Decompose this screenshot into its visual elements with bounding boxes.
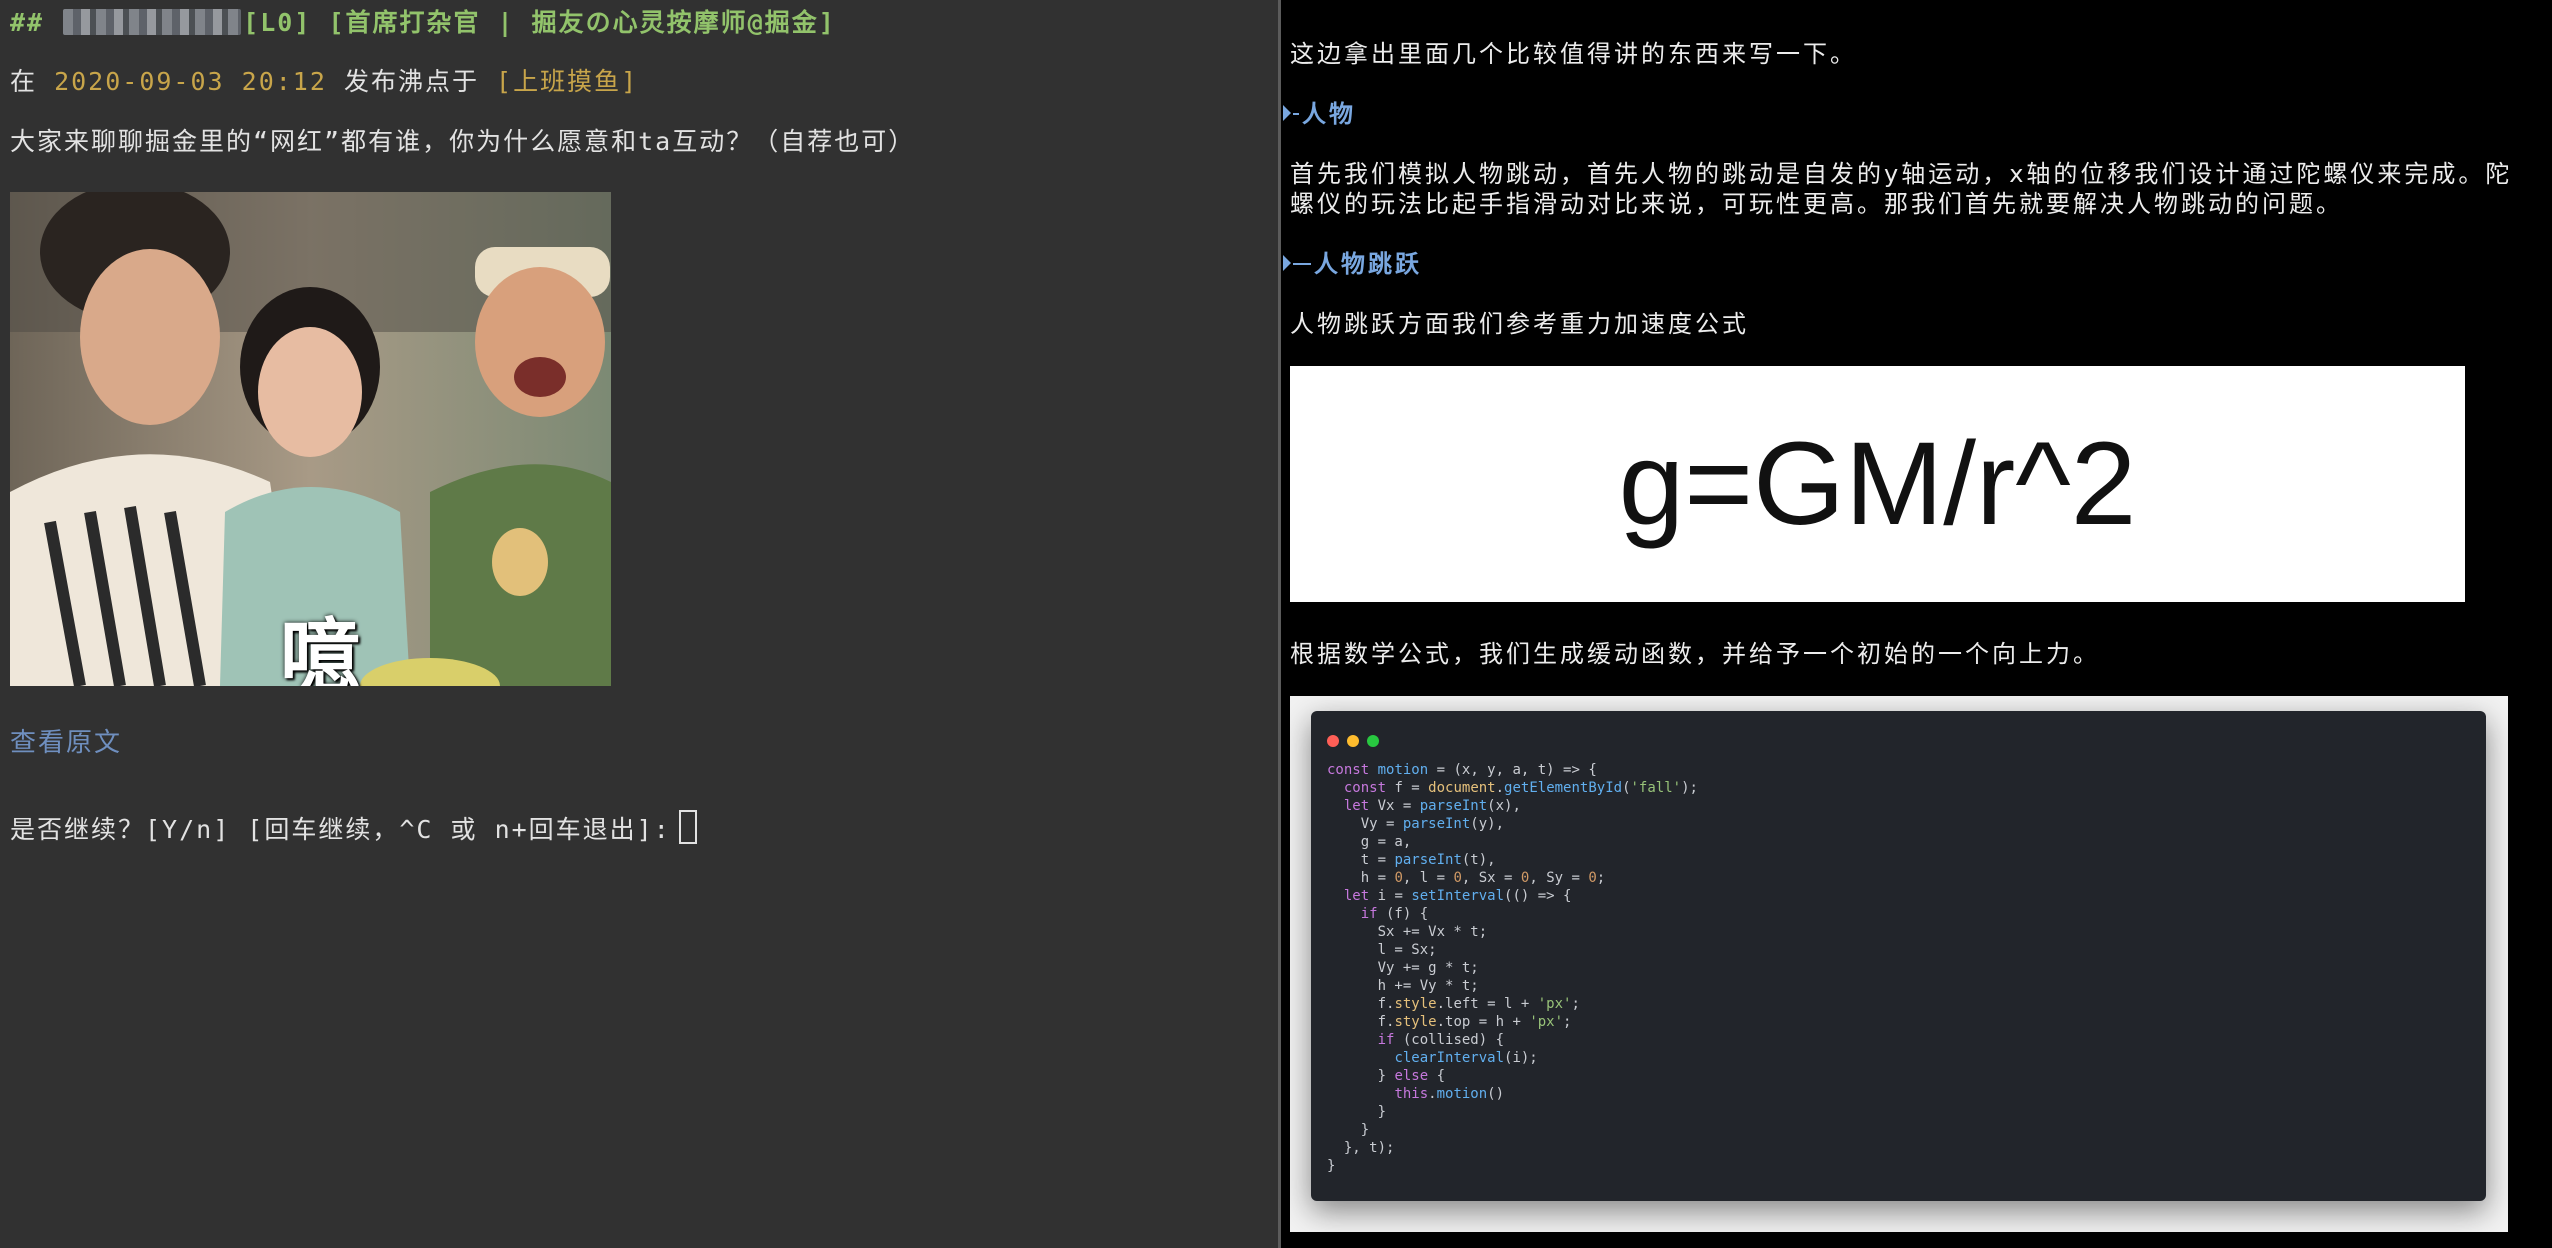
code-line: if (f) { xyxy=(1360,906,1429,922)
code-line: f.style.top = h + 'px'; xyxy=(1327,1014,1572,1030)
section-heading-jump: 人物跳跃 xyxy=(1283,244,1422,279)
user-title: [首席打杂官 | 掘友の心灵按摩师@掘金] xyxy=(328,8,836,37)
continue-prompt[interactable]: 是否继续？[Y/n] [回车继续，^C 或 n+回车退出]: xyxy=(10,810,697,846)
terminal-cursor[interactable] xyxy=(678,810,697,844)
window-controls xyxy=(1327,725,1387,753)
meme-caption: 噫 xyxy=(280,610,360,686)
article-intro: 这边拿出里面几个比较值得讲的东西来写一下。 xyxy=(1290,40,1857,68)
formula-image: g=GM/r^2 xyxy=(1290,366,2465,602)
post-header: ## [L0] [首席打杂官 | 掘友の心灵按摩师@掘金] xyxy=(10,3,836,39)
meme-image: 噫 xyxy=(10,192,611,686)
triangle-icon xyxy=(1283,105,1291,121)
code-line: this.motion() xyxy=(1394,1086,1505,1102)
code-line: Vy += g * t; xyxy=(1327,960,1479,976)
redacted-username xyxy=(63,9,242,35)
code-line: const f = document.getElementById('fall'… xyxy=(1343,780,1698,796)
post-datetime: 2020-09-03 20:12 xyxy=(54,67,327,96)
meta-mid: 发布沸点于 xyxy=(343,67,479,96)
code-line: } xyxy=(1327,1104,1387,1120)
article-right-pane: 这边拿出里面几个比较值得讲的东西来写一下。 人物 首先我们模拟人物跳动，首先人物… xyxy=(1281,0,2552,1248)
code-block: const motion = (x, y, a, t) => { const f… xyxy=(1327,761,1698,1175)
code-line: } xyxy=(1327,1158,1336,1174)
user-level-tag: [L0] xyxy=(243,8,312,37)
code-line: clearInterval(i); xyxy=(1394,1050,1538,1066)
dash-icon xyxy=(1293,113,1299,115)
code-line: } else { xyxy=(1327,1068,1446,1084)
meta-pre: 在 xyxy=(10,67,38,96)
code-line: let i = setInterval(() => { xyxy=(1343,888,1572,904)
code-window: const motion = (x, y, a, t) => { const f… xyxy=(1311,711,2486,1201)
code-line: h = 0, l = 0, Sx = 0, Sy = 0; xyxy=(1327,870,1606,886)
triangle-icon xyxy=(1283,255,1291,271)
code-line: Vy = parseInt(y), xyxy=(1327,816,1505,832)
dash-icon xyxy=(1293,263,1311,265)
section-heading-text: 人物跳跃 xyxy=(1314,250,1422,278)
code-line: h += Vy * t; xyxy=(1327,978,1479,994)
article-paragraph-3: 根据数学公式，我们生成缓动函数，并给予一个初始的一个向上力。 xyxy=(1290,640,2100,668)
terminal-left-pane: ## [L0] [首席打杂官 | 掘友の心灵按摩师@掘金] 在 2020-09-… xyxy=(0,0,1278,1248)
code-line: Sx += Vx * t; xyxy=(1327,924,1488,940)
post-meta: 在 2020-09-03 20:12 发布沸点于 [上班摸鱼] xyxy=(10,62,638,98)
code-line: let Vx = parseInt(x), xyxy=(1343,798,1521,814)
article-paragraph-2: 人物跳跃方面我们参考重力加速度公式 xyxy=(1290,310,1749,338)
prompt-text: 是否继续？[Y/n] [回车继续，^C 或 n+回车退出]: xyxy=(10,815,671,844)
code-screenshot: const motion = (x, y, a, t) => { const f… xyxy=(1290,696,2508,1232)
header-prefix: ## xyxy=(10,8,45,37)
post-topic: [上班摸鱼] xyxy=(496,67,639,96)
screen: ## [L0] [首席打杂官 | 掘友の心灵按摩师@掘金] 在 2020-09-… xyxy=(0,0,2552,1248)
section-heading-text: 人物 xyxy=(1302,100,1356,128)
code-line: l = Sx; xyxy=(1327,942,1437,958)
maximize-dot-icon xyxy=(1367,735,1379,747)
code-line: }, t); xyxy=(1327,1140,1395,1156)
gravity-formula: g=GM/r^2 xyxy=(1618,418,2137,550)
close-dot-icon xyxy=(1327,735,1339,747)
minimize-dot-icon xyxy=(1347,735,1359,747)
code-line: } xyxy=(1327,1122,1370,1138)
post-content: 大家来聊聊掘金里的“网红”都有谁，你为什么愿意和ta互动？（自荐也可） xyxy=(10,127,916,156)
view-original-link[interactable]: 查看原文 xyxy=(10,722,122,759)
section-heading-character: 人物 xyxy=(1283,94,1356,129)
code-line: t = parseInt(t), xyxy=(1327,852,1496,868)
code-line: g = a, xyxy=(1327,834,1412,850)
article-paragraph-1-line-2: 螺仪的玩法比起手指滑动对比来说，可玩性更高。那我们首先就要解决人物跳动的问题。 xyxy=(1290,190,2343,218)
code-line: f.style.left = l + 'px'; xyxy=(1327,996,1580,1012)
code-line: const motion = (x, y, a, t) => { xyxy=(1327,762,1597,778)
code-line: if (collised) { xyxy=(1377,1032,1505,1048)
